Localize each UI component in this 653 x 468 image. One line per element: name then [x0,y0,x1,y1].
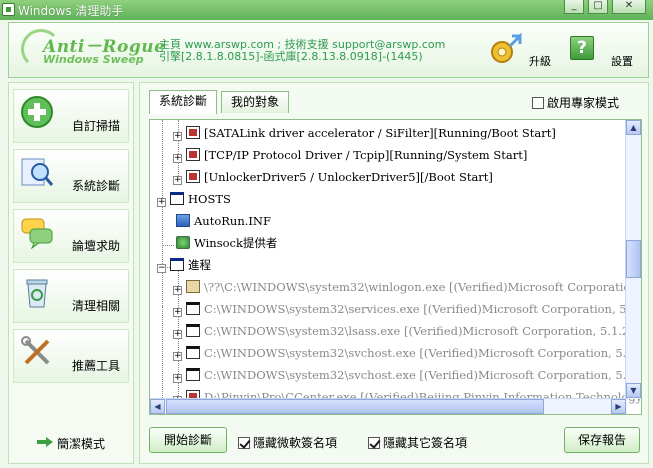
tree-connector [162,120,163,306]
hosts-file-icon [170,192,184,205]
expand-plus-icon[interactable]: + [173,132,182,141]
maximize-button[interactable]: □ [588,0,608,14]
winsock-icon [176,236,190,249]
tree-row[interactable]: + \??\C:\WINDOWS\system32\winlogon.exe [(… [173,278,641,296]
main-panel: 系統診斷 我的對象 啟用專家模式 + [SATALink driver accel… [139,82,649,464]
app-icon [2,3,15,16]
tab-my-objects[interactable]: 我的對象 [221,91,289,113]
sidebar: 自訂掃描 系統診斷 論壇求助 清理相關 推薦工具 簡潔模式 [8,82,134,464]
upgrade-label[interactable]: 升級 [529,53,551,69]
diagnosis-tree[interactable]: + [SATALink driver accelerator / SiFilter… [149,119,642,415]
hide-other-label: 隱藏其它簽名項 [383,436,468,450]
sidebar-item-label: 論壇求助 [71,239,120,253]
header-banner: Anti－Rogue Windows Sweep 主頁 www.arswp.co… [8,22,649,78]
driver-icon [186,170,200,183]
scroll-up-button[interactable]: ▲ [626,120,641,135]
hide-other-signed-checkbox[interactable]: 隱藏其它簽名項 [368,434,467,451]
tree-row[interactable]: + HOSTS [157,190,231,208]
engine-version: 引擎[2.8.1.8.0815]-函式庫[2.8.13.8.0918]-(144… [159,50,423,63]
process-icon [186,280,200,293]
process-icon [186,346,200,359]
expand-plus-icon[interactable]: + [173,154,182,163]
chat-icon [21,218,53,249]
minimize-button[interactable]: _ [564,0,584,14]
expert-mode-checkbox[interactable]: 啟用專家模式 [532,94,619,111]
close-button[interactable]: ✕ [612,0,646,14]
process-icon [186,302,200,315]
checkbox-unchecked[interactable] [532,97,544,109]
scroll-thumb[interactable] [626,240,641,278]
tree-connector [162,306,163,402]
upgrade-gear-icon[interactable] [488,32,524,68]
tree-row[interactable]: Winsock提供者 [172,234,277,252]
tree-row[interactable]: AutoRun.INF [172,212,271,230]
expand-plus-icon[interactable]: + [173,330,182,339]
scroll-down-button[interactable]: ▼ [626,383,641,398]
logo-subtitle: Windows Sweep [43,53,144,66]
recycle-bin-icon [26,279,48,308]
hide-microsoft-signed-checkbox[interactable]: 隱藏微軟簽名項 [238,434,337,451]
tree-row[interactable]: + C:\WINDOWS\system32\lsass.exe [(Verifie… [173,322,641,340]
window-title: Windows 清理助手 [18,4,124,18]
horizontal-scrollbar[interactable]: ◀ ▶ [150,398,627,414]
expand-plus-icon[interactable]: + [173,286,182,295]
settings-help-icon[interactable]: ? [570,36,594,60]
scroll-right-button[interactable]: ▶ [611,399,626,414]
expand-plus-icon[interactable]: + [173,352,182,361]
process-icon [186,368,200,381]
tools-icon [21,336,50,365]
autorun-icon [176,214,190,227]
arrow-right-icon [37,437,53,447]
title-bar: Windows 清理助手 _ □ ✕ [0,0,653,20]
tree-row[interactable]: + C:\WINDOWS\system32\services.exe [(Veri… [173,300,641,318]
collapse-minus-icon[interactable]: − [157,264,166,273]
hide-ms-label: 隱藏微軟簽名項 [253,436,338,450]
tree-row[interactable]: + C:\WINDOWS\system32\svchost.exe [(Verif… [173,366,641,384]
save-report-button[interactable]: 保存報告 [564,427,640,453]
magnifier-icon [21,158,54,186]
sidebar-item-recommended-tools[interactable]: 推薦工具 [13,329,129,383]
expand-plus-icon[interactable]: + [173,176,182,185]
sidebar-item-label: 系統診斷 [71,179,120,193]
vertical-scrollbar[interactable]: ▲ ▼ [625,120,641,399]
tree-row[interactable]: + [TCP/IP Protocol Driver / Tcpip][Runnin… [173,146,527,164]
tree-row[interactable]: + [UnlockerDriver5 / UnlockerDriver5][/Bo… [173,168,493,186]
start-diagnosis-button[interactable]: 開始診斷 [149,427,227,453]
sidebar-item-label: 自訂掃描 [71,119,120,133]
sidebar-item-label: 推薦工具 [71,359,120,373]
checkbox-checked[interactable] [238,437,250,449]
expert-mode-label: 啟用專家模式 [547,96,620,110]
process-icon [186,324,200,337]
tree-row[interactable]: + [SATALink driver accelerator / SiFilter… [173,124,556,142]
process-group-icon [170,258,184,271]
scroll-thumb-horizontal[interactable] [166,399,544,414]
tree-row[interactable]: − 進程 [157,256,211,274]
sidebar-item-system-diagnosis[interactable]: 系統診斷 [13,149,129,203]
plus-icon [21,96,53,128]
expand-plus-icon[interactable]: + [157,198,166,207]
checkbox-checked[interactable] [368,437,380,449]
scroll-left-button[interactable]: ◀ [150,399,165,414]
settings-label[interactable]: 設置 [611,53,633,69]
simple-mode-label: 簡潔模式 [57,437,106,451]
tab-system-diagnosis[interactable]: 系統診斷 [149,90,217,114]
tree-row[interactable]: + C:\WINDOWS\system32\svchost.exe [(Verif… [173,344,641,362]
sidebar-item-custom-scan[interactable]: 自訂掃描 [13,89,129,143]
expand-plus-icon[interactable]: + [173,374,182,383]
driver-icon [186,148,200,161]
sidebar-item-cleanup[interactable]: 清理相關 [13,269,129,323]
sidebar-item-forum-help[interactable]: 論壇求助 [13,209,129,263]
driver-icon [186,126,200,139]
expand-plus-icon[interactable]: + [173,308,182,317]
sidebar-item-label: 清理相關 [71,299,120,313]
